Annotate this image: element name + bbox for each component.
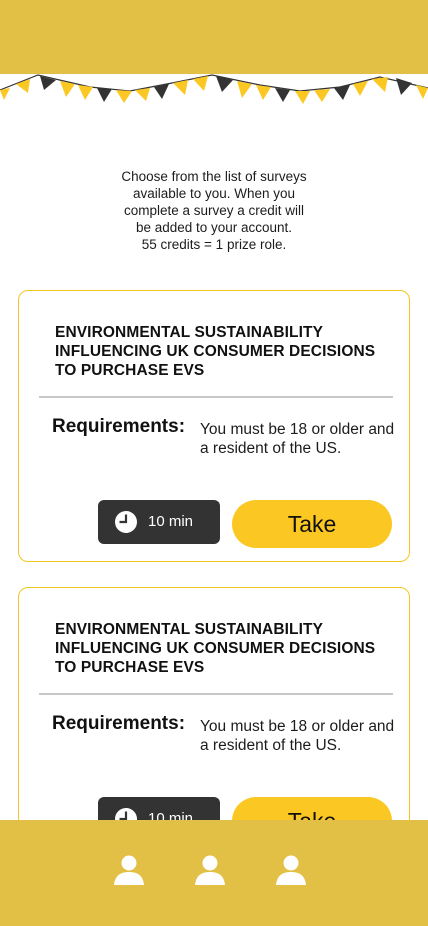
- user-icon[interactable]: [194, 854, 226, 886]
- survey-title: ENVIRONMENTAL SUSTAINABILITY INFLUENCING…: [55, 621, 376, 676]
- bunting-decoration: [0, 74, 428, 104]
- duration-text: 10 min: [148, 513, 194, 530]
- requirements-label: Requirements:: [52, 713, 186, 734]
- survey-title: ENVIRONMENTAL SUSTAINABILITY INFLUENCING…: [55, 324, 376, 379]
- top-header-bar: [0, 0, 428, 74]
- requirements-text: You must be 18 or older and a resident o…: [200, 421, 395, 457]
- divider: [39, 396, 393, 398]
- intro-text: Choose from the list of surveys availabl…: [121, 169, 307, 252]
- user-icon[interactable]: [113, 854, 145, 886]
- survey-card: ENVIRONMENTAL SUSTAINABILITY INFLUENCING…: [18, 587, 410, 859]
- take-survey-button[interactable]: Take: [232, 500, 392, 548]
- bottom-nav-bar: [0, 820, 428, 926]
- duration-badge: 10 min: [98, 500, 220, 544]
- survey-card: ENVIRONMENTAL SUSTAINABILITY INFLUENCING…: [18, 290, 410, 562]
- requirements-label: Requirements:: [52, 416, 186, 437]
- divider: [39, 693, 393, 695]
- clock-icon: [115, 511, 137, 533]
- requirements-text: You must be 18 or older and a resident o…: [200, 718, 395, 754]
- user-icon[interactable]: [275, 854, 307, 886]
